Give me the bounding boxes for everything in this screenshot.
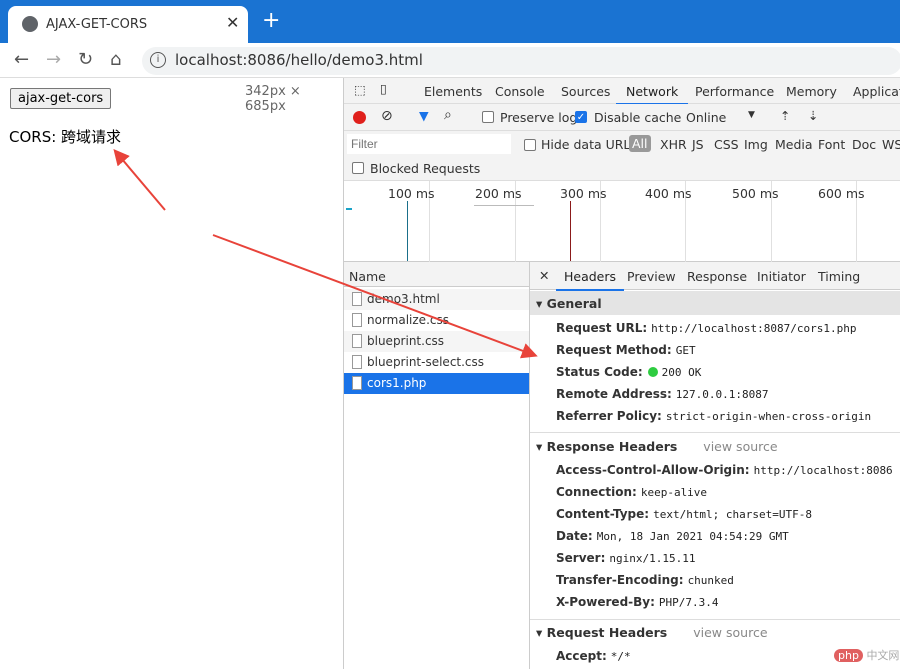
arrow-to-cors-text	[113, 148, 166, 211]
arrow-to-request-method	[212, 234, 538, 359]
annotation-arrows	[113, 148, 538, 359]
